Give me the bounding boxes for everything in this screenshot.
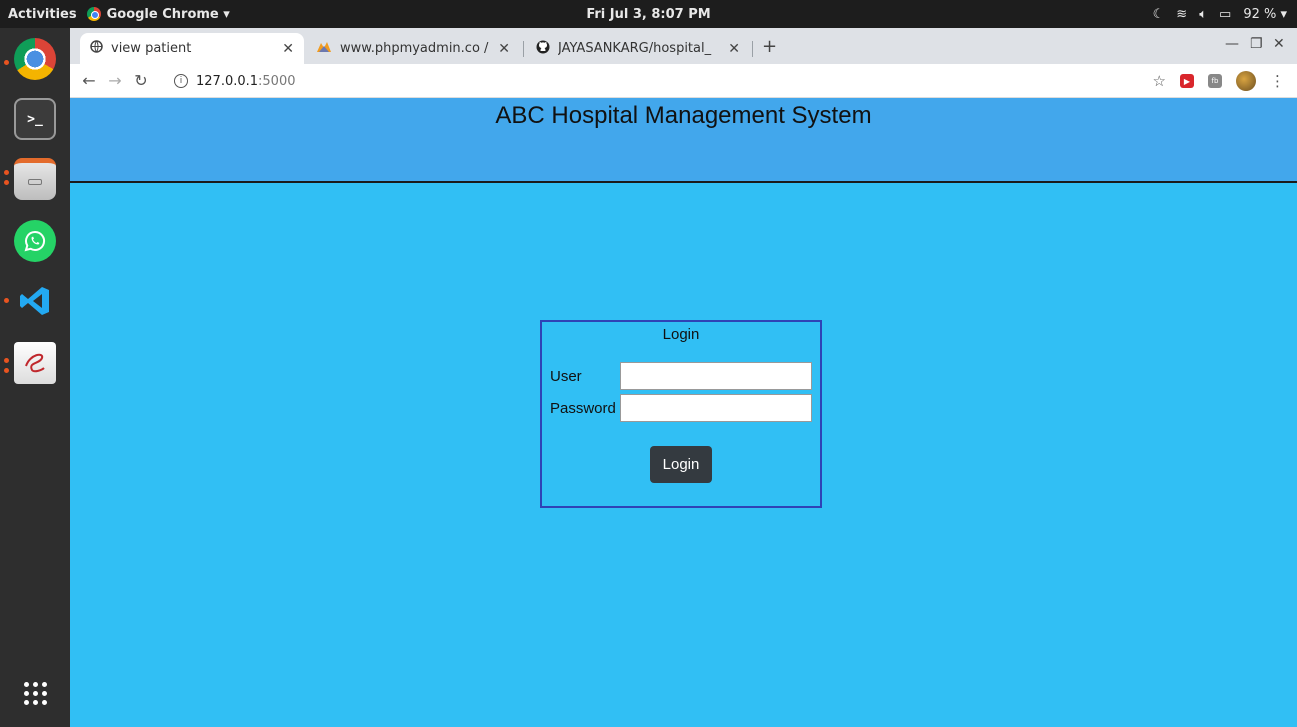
gnome-top-bar: Activities Google Chrome ▾ Fri Jul 3, 8:… bbox=[0, 0, 1297, 28]
toolbar-actions: ☆ ▶ fb ⋮ bbox=[1153, 64, 1285, 98]
tab-separator bbox=[752, 41, 753, 57]
close-icon[interactable]: ✕ bbox=[728, 41, 740, 57]
chrome-icon bbox=[86, 7, 101, 21]
password-label: Password bbox=[550, 399, 616, 417]
browser-toolbar: ← → ↻ i 127.0.0.1 :5000 ☆ ▶ fb ⋮ bbox=[70, 64, 1297, 98]
volume-icon: 🔈︎ bbox=[1199, 6, 1208, 22]
app-menu[interactable]: Google Chrome ▾ bbox=[86, 6, 230, 22]
user-input[interactable] bbox=[620, 362, 812, 390]
close-icon[interactable]: ✕ bbox=[498, 41, 510, 57]
battery-percent: 92 % ▾ bbox=[1243, 6, 1287, 22]
running-indicator bbox=[4, 358, 9, 363]
activities-button[interactable]: Activities bbox=[0, 7, 87, 22]
password-row: Password bbox=[550, 394, 812, 422]
show-applications-icon[interactable] bbox=[14, 672, 56, 714]
login-button[interactable]: Login bbox=[650, 446, 712, 483]
bookmark-star-icon[interactable]: ☆ bbox=[1153, 72, 1166, 90]
document-viewer-icon[interactable] bbox=[14, 342, 56, 384]
restore-icon[interactable]: ❐ bbox=[1250, 36, 1263, 52]
password-input[interactable] bbox=[620, 394, 812, 422]
globe-icon bbox=[90, 40, 103, 57]
tab-phpmyadmin[interactable]: www.phpmyadmin.co / sc ✕ bbox=[306, 33, 520, 64]
login-legend: Login bbox=[662, 326, 700, 343]
back-arrow-icon[interactable]: ← bbox=[76, 71, 102, 90]
chrome-icon[interactable] bbox=[14, 38, 56, 80]
login-form: Login User Password Login bbox=[540, 320, 822, 508]
battery-icon: ▭ bbox=[1219, 6, 1232, 22]
terminal-icon[interactable]: >_ bbox=[14, 98, 56, 140]
app-menu-label: Google Chrome ▾ bbox=[106, 6, 230, 22]
tab-view-patient[interactable]: view patient ✕ bbox=[80, 33, 304, 64]
dock: >_ bbox=[0, 28, 70, 727]
close-icon[interactable]: ✕ bbox=[282, 41, 294, 57]
whatsapp-icon[interactable] bbox=[14, 220, 56, 262]
running-indicator bbox=[4, 368, 9, 373]
minimize-icon[interactable]: — bbox=[1225, 36, 1239, 52]
github-icon bbox=[536, 40, 550, 58]
browser-tab-bar: view patient ✕ www.phpmyadmin.co / sc ✕ … bbox=[70, 28, 1297, 64]
vscode-icon[interactable] bbox=[14, 280, 56, 322]
url-host: 127.0.0.1 bbox=[196, 73, 259, 89]
system-tray[interactable]: ☾ ≋ 🔈︎ ▭ 92 % ▾ bbox=[1153, 0, 1287, 28]
running-indicator bbox=[4, 170, 9, 175]
tab-label: view patient bbox=[111, 41, 192, 56]
user-row: User bbox=[550, 362, 812, 390]
tab-label: www.phpmyadmin.co / sc bbox=[340, 41, 493, 56]
menu-kebab-icon[interactable]: ⋮ bbox=[1270, 72, 1285, 90]
running-indicator bbox=[4, 60, 9, 65]
wifi-icon: ≋ bbox=[1176, 6, 1188, 22]
running-indicator bbox=[4, 180, 9, 185]
user-label: User bbox=[550, 367, 582, 385]
new-tab-button[interactable]: + bbox=[762, 36, 777, 57]
files-icon[interactable] bbox=[14, 158, 56, 200]
reload-icon[interactable]: ↻ bbox=[128, 71, 154, 90]
extension-icon[interactable]: ▶ bbox=[1180, 74, 1194, 88]
forward-arrow-icon[interactable]: → bbox=[102, 71, 128, 90]
running-indicator bbox=[4, 298, 9, 303]
info-icon[interactable]: i bbox=[174, 74, 188, 88]
night-light-icon: ☾ bbox=[1152, 6, 1165, 22]
page-header: ABC Hospital Management System bbox=[70, 98, 1297, 183]
window-close-icon[interactable]: ✕ bbox=[1273, 36, 1285, 52]
page-viewport: ABC Hospital Management System Login Use… bbox=[70, 98, 1297, 727]
url-port: :5000 bbox=[258, 73, 296, 89]
tab-label: JAYASANKARG/hospital_ bbox=[558, 41, 712, 56]
tab-separator bbox=[523, 41, 524, 57]
address-bar[interactable]: i 127.0.0.1 :5000 bbox=[174, 69, 296, 93]
profile-avatar[interactable] bbox=[1236, 71, 1256, 91]
phpmyadmin-icon bbox=[316, 40, 332, 57]
page-title: ABC Hospital Management System bbox=[495, 102, 872, 129]
extension-icon[interactable]: fb bbox=[1208, 74, 1222, 88]
tab-github[interactable]: JAYASANKARG/hospital_ ✕ bbox=[526, 33, 750, 64]
